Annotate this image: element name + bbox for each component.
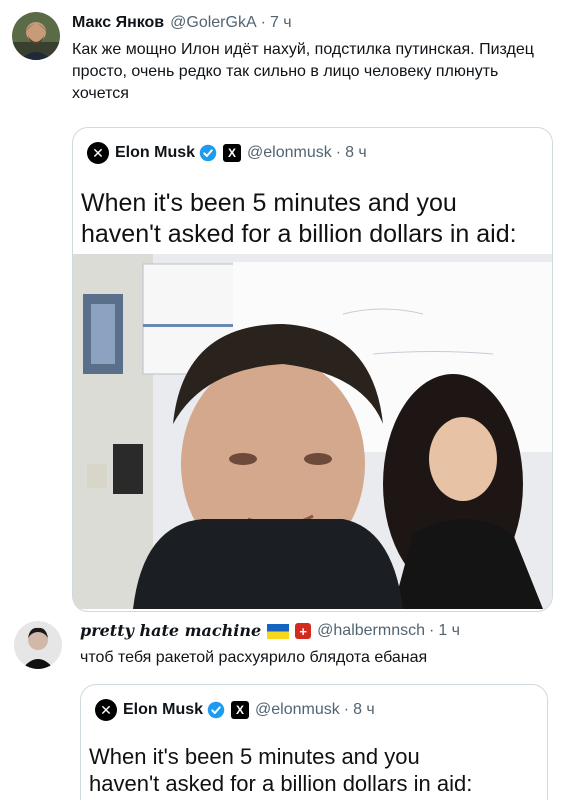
author-name[interactable]: Макс Янков: [72, 13, 164, 33]
tweet-2[interactable]: pretty hate machine + @halbermnsch · 1 ч…: [0, 615, 567, 800]
meme-caption-line-1: When it's been 5 minutes and you: [81, 189, 457, 217]
author-avatar[interactable]: [12, 12, 60, 60]
tweet-text: Как же мощно Илон идёт нахуй, подстилка …: [72, 41, 534, 102]
author-handle[interactable]: @GolerGkA: [170, 13, 256, 33]
quoted-tweet[interactable]: ✕ Elon Musk X @elonmusk · 8 ч When it's …: [72, 127, 553, 612]
quoted-author-handle[interactable]: @elonmusk: [255, 701, 340, 719]
meme-caption: When it's been 5 minutes and you haven't…: [81, 741, 547, 797]
quoted-timestamp[interactable]: 8 ч: [353, 701, 375, 719]
author-handle[interactable]: @halbermnsch: [317, 621, 425, 641]
meme-image[interactable]: When it's been 5 minutes and you haven't…: [73, 184, 552, 611]
meme-image[interactable]: When it's been 5 minutes and you haven't…: [81, 741, 547, 800]
separator-dot: ·: [260, 14, 266, 31]
meme-caption-line-2: haven't asked for a billion dollars in a…: [89, 771, 473, 796]
quoted-tweet[interactable]: ✕ Elon Musk X @elonmusk · 8 ч When it's …: [80, 684, 548, 800]
verified-badge-icon: [199, 144, 217, 162]
ukraine-flag-icon: [267, 623, 290, 639]
verified-badge-icon: [207, 701, 225, 719]
author-avatar[interactable]: [14, 621, 62, 669]
author-name[interactable]: pretty hate machine: [80, 621, 261, 641]
swiss-flag-icon: +: [295, 623, 312, 639]
x-logo-icon: ✕: [95, 699, 117, 721]
meme-caption-line-1: When it's been 5 minutes and you: [89, 744, 420, 769]
tweet-text: чтоб тебя ракетой расхуярило блядота еба…: [80, 649, 428, 666]
timestamp[interactable]: 7 ч: [270, 13, 292, 33]
quoted-timestamp[interactable]: 8 ч: [345, 144, 367, 162]
quoted-author-name[interactable]: Elon Musk: [123, 701, 203, 719]
meme-caption: When it's been 5 minutes and you haven't…: [73, 184, 552, 254]
quoted-author-handle[interactable]: @elonmusk: [247, 144, 332, 162]
tweet-header: pretty hate machine + @halbermnsch · 1 ч: [80, 621, 460, 641]
x-logo-icon: ✕: [87, 142, 109, 164]
quoted-tweet-header: ✕ Elon Musk X @elonmusk · 8 ч: [87, 142, 367, 164]
quoted-author-name[interactable]: Elon Musk: [115, 144, 195, 162]
separator-dot: ·: [429, 622, 435, 639]
tweet-1[interactable]: Макс Янков @GolerGkA · 7 ч Как же мощно …: [0, 0, 567, 615]
meme-caption-line-2: haven't asked for a billion dollars in a…: [81, 220, 517, 248]
separator-dot: ·: [335, 144, 342, 161]
quoted-tweet-header: ✕ Elon Musk X @elonmusk · 8 ч: [95, 699, 375, 721]
x-affiliation-icon: X: [231, 701, 250, 719]
tweet-header: Макс Янков @GolerGkA · 7 ч: [72, 13, 292, 33]
timestamp[interactable]: 1 ч: [438, 621, 460, 641]
meme-photo: [73, 254, 552, 609]
separator-dot: ·: [343, 701, 350, 718]
x-affiliation-icon: X: [223, 144, 242, 162]
